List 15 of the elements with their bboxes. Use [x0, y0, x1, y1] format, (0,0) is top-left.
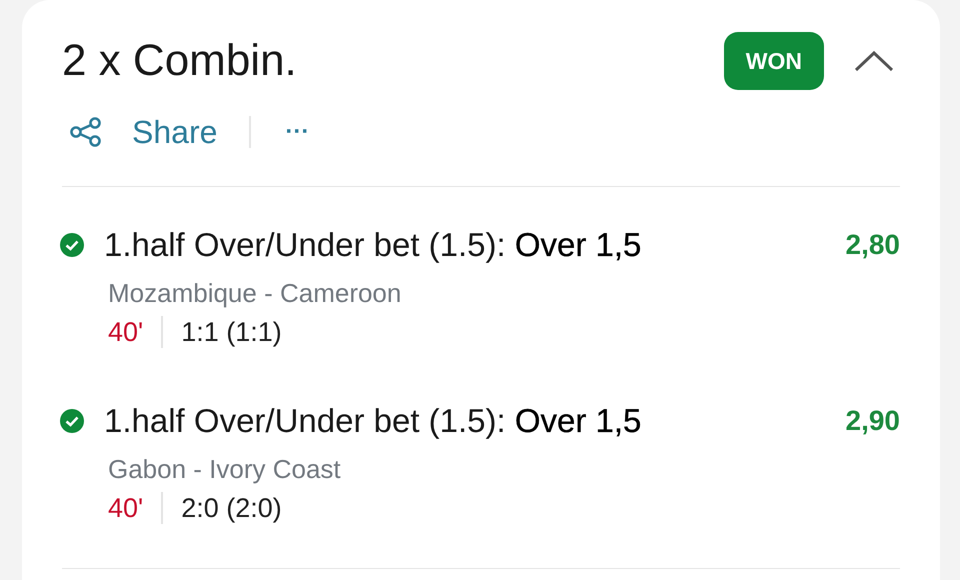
match-score: 2:0 (2:0) — [181, 492, 282, 524]
share-button[interactable]: Share — [70, 114, 218, 150]
bet-title: 2 x Combin. — [62, 36, 298, 86]
odds-value: 2,90 — [846, 405, 900, 437]
match-score: 1:1 (1:1) — [181, 316, 282, 348]
share-icon — [70, 117, 102, 147]
more-button[interactable]: ··· — [283, 118, 312, 146]
match-name: Gabon - Ivory Coast — [108, 453, 342, 486]
match-minute: 40' — [108, 316, 144, 348]
market-text: 1.half Over/Under bet (1.5): Over 1,5 — [104, 402, 642, 440]
status-badge: WON — [724, 32, 824, 90]
market-text: 1.half Over/Under bet (1.5): Over 1,5 — [104, 226, 642, 264]
match-minute: 40' — [108, 492, 144, 524]
match-name: Mozambique - Cameroon — [108, 277, 402, 310]
odds-value: 2,80 — [846, 229, 900, 261]
